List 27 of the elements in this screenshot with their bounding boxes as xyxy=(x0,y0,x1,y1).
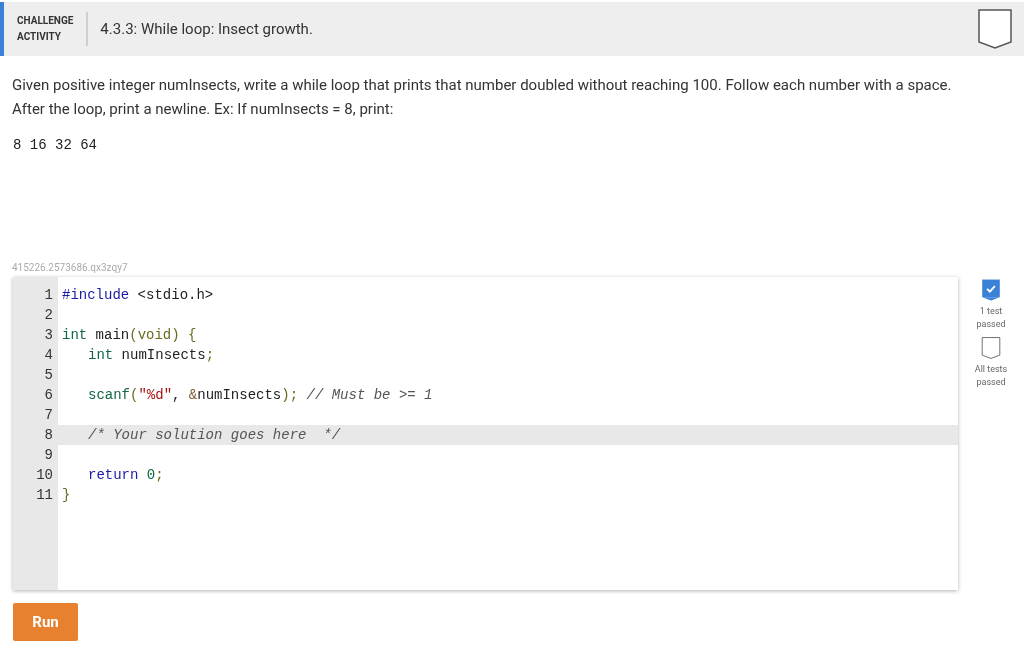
line-number: 8 xyxy=(43,426,54,445)
activity-title: 4.3.3: While loop: Insect growth. xyxy=(100,18,314,40)
line-number: 9 xyxy=(43,446,54,465)
line-number: 1 xyxy=(43,286,54,305)
line-number: 10 xyxy=(35,466,54,485)
test-status-label: 1 test passed xyxy=(975,305,1007,331)
code-line: return 0; xyxy=(88,467,164,483)
line-number: 4 xyxy=(43,346,54,365)
code-line: int main(void) { xyxy=(62,327,197,343)
example-output: 8 16 32 64 xyxy=(13,136,98,155)
activity-id: 415226.2573686.qx3zqy7 xyxy=(12,262,128,273)
code-line: int numInsects; xyxy=(88,347,215,363)
activity-label: CHALLENGE xyxy=(17,14,74,28)
line-number: 7 xyxy=(43,406,54,425)
code-line: scanf("%d", &numInsects); // Must be >= 1 xyxy=(88,387,433,403)
line-number: 6 xyxy=(43,386,54,405)
code-editor[interactable]: 1 2 3 4 5 6 7 8 9 10 11 #include <stdio.h> int main(void) { int numInsects; scanf("%d", &numInsects); // Must be >= 1 /* Your solution goes here */ return 0; } xyxy=(13,277,958,590)
prompt-text: Given positive integer numInsects, write a while loop that prints that number doubled without reaching 100. Follow each number with a space. After the loop, print a newline. Ex: If numInsects = 8, print: xyxy=(12,75,953,120)
line-number: 5 xyxy=(43,366,54,385)
line-number: 2 xyxy=(43,306,54,325)
activity-label: ACTIVITY xyxy=(17,30,62,44)
code-line: } xyxy=(62,487,71,503)
test-status-label: All tests passed xyxy=(973,363,1009,389)
line-number: 11 xyxy=(35,486,54,505)
line-number: 3 xyxy=(43,326,54,345)
code-line: #include <stdio.h> xyxy=(62,287,214,303)
code-line: /* Your solution goes here */ xyxy=(88,427,341,443)
